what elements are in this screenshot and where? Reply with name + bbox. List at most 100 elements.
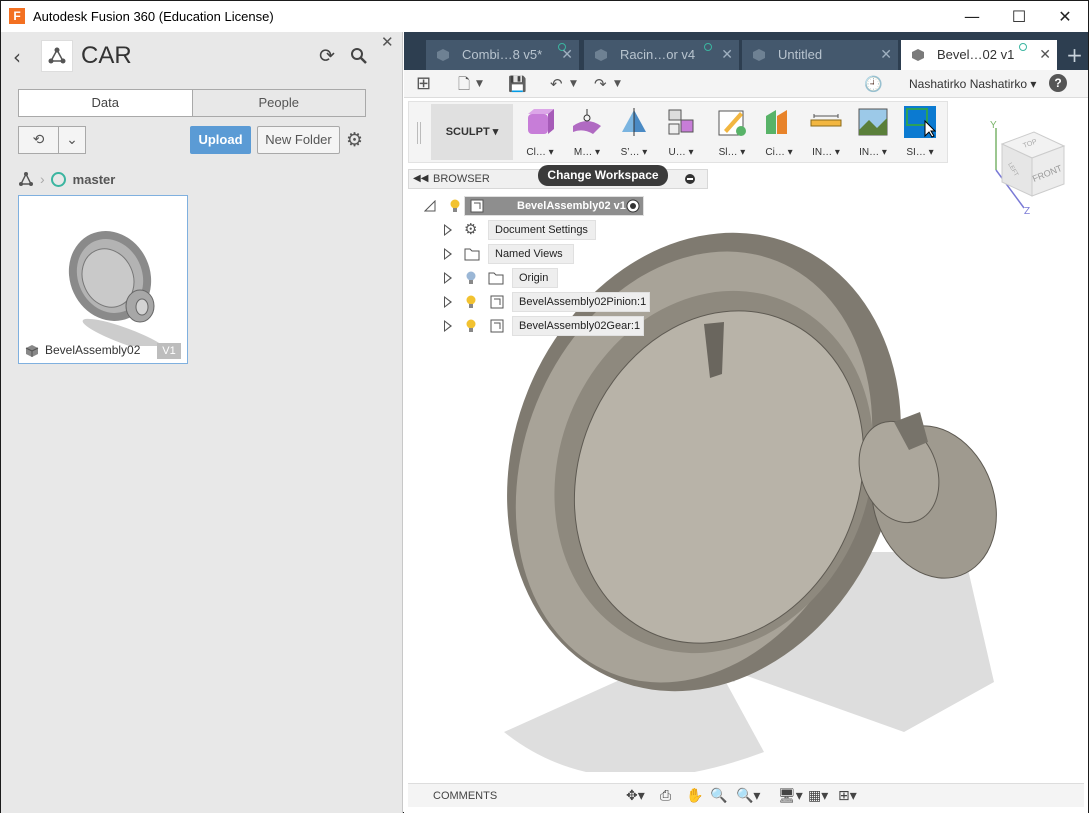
document-tab-active[interactable]: Bevel…02 v1 ✕ — [901, 40, 1057, 70]
construct-tool[interactable]: Ci… ▾ — [756, 104, 802, 162]
expand-triangle-icon[interactable] — [444, 296, 452, 308]
zoom-icon[interactable]: 🔍 — [710, 786, 727, 806]
expand-triangle-icon[interactable] — [444, 320, 452, 332]
modify-tool[interactable]: M… ▾ — [564, 104, 610, 162]
visibility-bulb-icon[interactable] — [450, 199, 460, 213]
tool-label: Cl… ▾ — [526, 147, 554, 158]
create-tool[interactable]: Cl… ▾ — [517, 104, 563, 162]
pan-icon[interactable]: ✋ — [686, 786, 703, 806]
tree-row-document-settings[interactable]: ⚙ Document Settings — [444, 220, 664, 240]
inspect-tool[interactable]: IN… ▾ — [803, 104, 849, 162]
chevron-down-icon[interactable]: ⌄ — [59, 127, 85, 153]
expand-triangle-icon[interactable] — [444, 248, 452, 260]
redo-icon[interactable]: ↷ — [594, 74, 607, 94]
breadcrumb-separator: › — [40, 171, 45, 187]
back-button[interactable]: ‹ — [13, 45, 21, 69]
upload-button[interactable]: Upload — [190, 126, 251, 154]
close-tab-icon[interactable]: ✕ — [1039, 40, 1051, 70]
sketch-tool[interactable]: Sl… ▾ — [709, 104, 755, 162]
bottom-bar: COMMENTS ✥▾ ⎙ ✋ 🔍 🔍▾ 🖥▾ ▦▾ ⊞▾ — [408, 783, 1084, 807]
new-folder-button[interactable]: New Folder — [257, 126, 340, 154]
collapse-browser-icon[interactable]: ◀◀ — [413, 172, 428, 186]
chevron-down-icon[interactable]: ▼ — [614, 74, 621, 94]
expanded-triangle-icon[interactable] — [424, 200, 436, 212]
activate-radio-icon[interactable] — [626, 199, 640, 213]
tree-item-label[interactable]: BevelAssembly02Gear:1 — [512, 316, 644, 336]
version-badge[interactable]: V1 — [157, 343, 181, 359]
cube-icon — [25, 345, 39, 357]
tree-row-origin[interactable]: Origin — [444, 268, 664, 288]
search-icon[interactable] — [349, 46, 369, 66]
utilities-icon — [668, 109, 694, 135]
comments-panel-label[interactable]: COMMENTS — [433, 790, 497, 802]
utilities-tool[interactable]: U… ▾ — [658, 104, 704, 162]
sync-status-icon — [704, 43, 712, 51]
document-tab[interactable]: Combi…8 v5* ✕ — [426, 40, 579, 70]
fusion-app-icon: F — [9, 8, 25, 24]
tool-label: M… ▾ — [573, 147, 601, 158]
close-tab-icon[interactable]: ✕ — [561, 40, 573, 70]
tree-row-gear[interactable]: BevelAssembly02Gear:1 — [444, 316, 664, 336]
tree-root-row[interactable]: BevelAssembly02 v1 — [424, 196, 674, 216]
folder-icon — [488, 272, 504, 285]
gear-icon[interactable]: ⚙ — [346, 128, 363, 152]
close-window-button[interactable]: ✕ — [1042, 1, 1088, 32]
undo-icon[interactable]: ↶ — [550, 74, 563, 94]
maximize-button[interactable]: ☐ — [996, 1, 1042, 32]
branch-circle-icon — [50, 171, 66, 187]
component-icon — [470, 199, 484, 213]
tree-item-label[interactable]: Origin — [512, 268, 558, 288]
gear-icon: ⚙ — [464, 220, 478, 238]
look-at-icon[interactable]: ⎙ — [660, 786, 671, 806]
history-icon[interactable]: ⟲ — [19, 127, 59, 153]
document-tab[interactable]: Untitled ✕ — [742, 40, 898, 70]
new-tab-button[interactable]: + — [1061, 40, 1088, 70]
chevron-down-icon[interactable]: ▼ — [476, 74, 483, 94]
hub-icon[interactable] — [18, 171, 34, 187]
workspace-switcher[interactable]: SCULPT ▾ — [431, 104, 513, 160]
minimize-browser-icon[interactable] — [685, 174, 695, 184]
data-panel: ‹ CAR ⟳ ✕ Data People ⟲ ⌄ Upload New Fol… — [1, 32, 403, 813]
tab-people[interactable]: People — [193, 90, 366, 116]
quick-access-toolbar: ⊞ 🗋 ▼ 💾 ↶ ▼ ↷ ▼ 🕘 Nashatirko Nashatirko … — [404, 70, 1088, 98]
close-tab-icon[interactable]: ✕ — [721, 40, 733, 70]
tree-item-label[interactable]: Named Views — [488, 244, 574, 264]
visibility-bulb-icon[interactable] — [466, 319, 476, 333]
visibility-bulb-icon[interactable] — [466, 295, 476, 309]
display-settings-icon[interactable]: 🖥▾ — [778, 786, 803, 806]
close-tab-icon[interactable]: ✕ — [880, 40, 892, 70]
expand-triangle-icon[interactable] — [444, 272, 452, 284]
toolbar-grip[interactable] — [417, 122, 421, 144]
cube-icon — [437, 49, 449, 61]
root-component-label[interactable]: BevelAssembly02 v1 — [464, 196, 644, 216]
breadcrumb-branch[interactable]: master — [73, 172, 116, 187]
tree-row-pinion[interactable]: BevelAssembly02Pinion:1 — [444, 292, 664, 312]
grid-settings-icon[interactable]: ▦▾ — [808, 786, 828, 806]
orbit-icon[interactable]: ✥▾ — [626, 786, 645, 806]
chevron-down-icon[interactable]: ▼ — [570, 74, 577, 94]
close-panel-icon[interactable]: ✕ — [381, 34, 394, 50]
file-card[interactable]: BevelAssembly02 V1 — [18, 195, 188, 364]
symmetry-tool[interactable]: S’… ▾ — [611, 104, 657, 162]
help-icon[interactable]: ? — [1049, 74, 1067, 92]
insert-tool[interactable]: IN… ▾ — [850, 104, 896, 162]
job-status-icon[interactable]: 🕘 — [864, 74, 883, 94]
file-menu-icon[interactable]: 🗋 — [458, 74, 470, 94]
user-account-menu[interactable]: Nashatirko Nashatirko ▾ — [909, 77, 1036, 91]
visibility-bulb-off-icon[interactable] — [466, 271, 476, 285]
tab-data[interactable]: Data — [19, 90, 193, 116]
select-tool[interactable]: SI… ▾ — [897, 104, 943, 162]
grid-apps-icon[interactable]: ⊞ — [416, 74, 431, 94]
minimize-button[interactable]: — — [949, 1, 995, 32]
viewports-icon[interactable]: ⊞▾ — [838, 786, 857, 806]
document-tab[interactable]: Racin…or v4 ✕ — [584, 40, 739, 70]
tree-item-label[interactable]: Document Settings — [488, 220, 596, 240]
tree-item-label[interactable]: BevelAssembly02Pinion:1 — [512, 292, 650, 312]
zoom-window-icon[interactable]: 🔍▾ — [736, 786, 760, 806]
view-cube[interactable]: Y Z TOP FRONT LEFT — [984, 116, 1074, 216]
expand-triangle-icon[interactable] — [444, 224, 452, 236]
refresh-icon[interactable]: ⟳ — [319, 46, 335, 66]
save-icon[interactable]: 💾 — [508, 74, 527, 94]
tree-row-named-views[interactable]: Named Views — [444, 244, 664, 264]
z-axis-label: Z — [1024, 206, 1030, 216]
